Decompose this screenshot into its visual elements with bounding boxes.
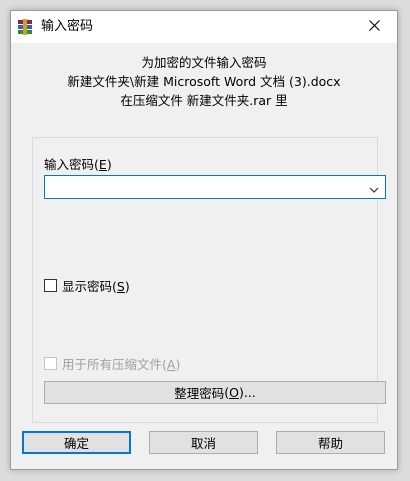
close-icon xyxy=(368,20,380,34)
window-title: 输入密码 xyxy=(41,19,94,34)
winrar-icon xyxy=(17,19,33,35)
info-line-2: 新建文件夹\新建 Microsoft Word 文档 (3).docx xyxy=(67,74,341,89)
use-for-all-archives-row[interactable]: 用于所有压缩文件(A) xyxy=(44,354,180,373)
ok-button[interactable]: 确定 xyxy=(22,431,131,454)
password-label: 输入密码(E) xyxy=(44,157,112,172)
title-bar: 输入密码 xyxy=(11,11,397,43)
close-button[interactable] xyxy=(351,11,397,43)
info-line-3: 在压缩文件 新建文件夹.rar 里 xyxy=(120,93,288,108)
password-input[interactable] xyxy=(47,177,351,199)
password-dialog: 输入密码 为加密的文件输入密码 新建文件夹\新建 Microsoft Word … xyxy=(10,10,398,470)
help-button[interactable]: 帮助 xyxy=(276,431,385,454)
use-for-all-archives-label: 用于所有压缩文件(A) xyxy=(62,357,181,372)
chevron-down-icon[interactable] xyxy=(369,183,379,193)
show-password-checkbox[interactable] xyxy=(44,279,57,292)
organize-passwords-button[interactable]: 整理密码(O)... xyxy=(44,381,386,404)
password-combobox[interactable] xyxy=(44,175,386,199)
show-password-label[interactable]: 显示密码(S) xyxy=(62,276,130,295)
password-group: 输入密码(E) 显示密码(S) 用于所有压缩文件(A) 整理密码(O)... xyxy=(32,137,386,423)
cancel-button[interactable]: 取消 xyxy=(149,431,258,454)
use-for-all-archives-checkbox[interactable] xyxy=(44,357,57,370)
show-password-checkbox-row[interactable]: 显示密码(S) xyxy=(44,276,130,295)
archive-info: 为加密的文件输入密码 新建文件夹\新建 Microsoft Word 文档 (3… xyxy=(11,53,397,110)
info-line-1: 为加密的文件输入密码 xyxy=(141,55,267,70)
